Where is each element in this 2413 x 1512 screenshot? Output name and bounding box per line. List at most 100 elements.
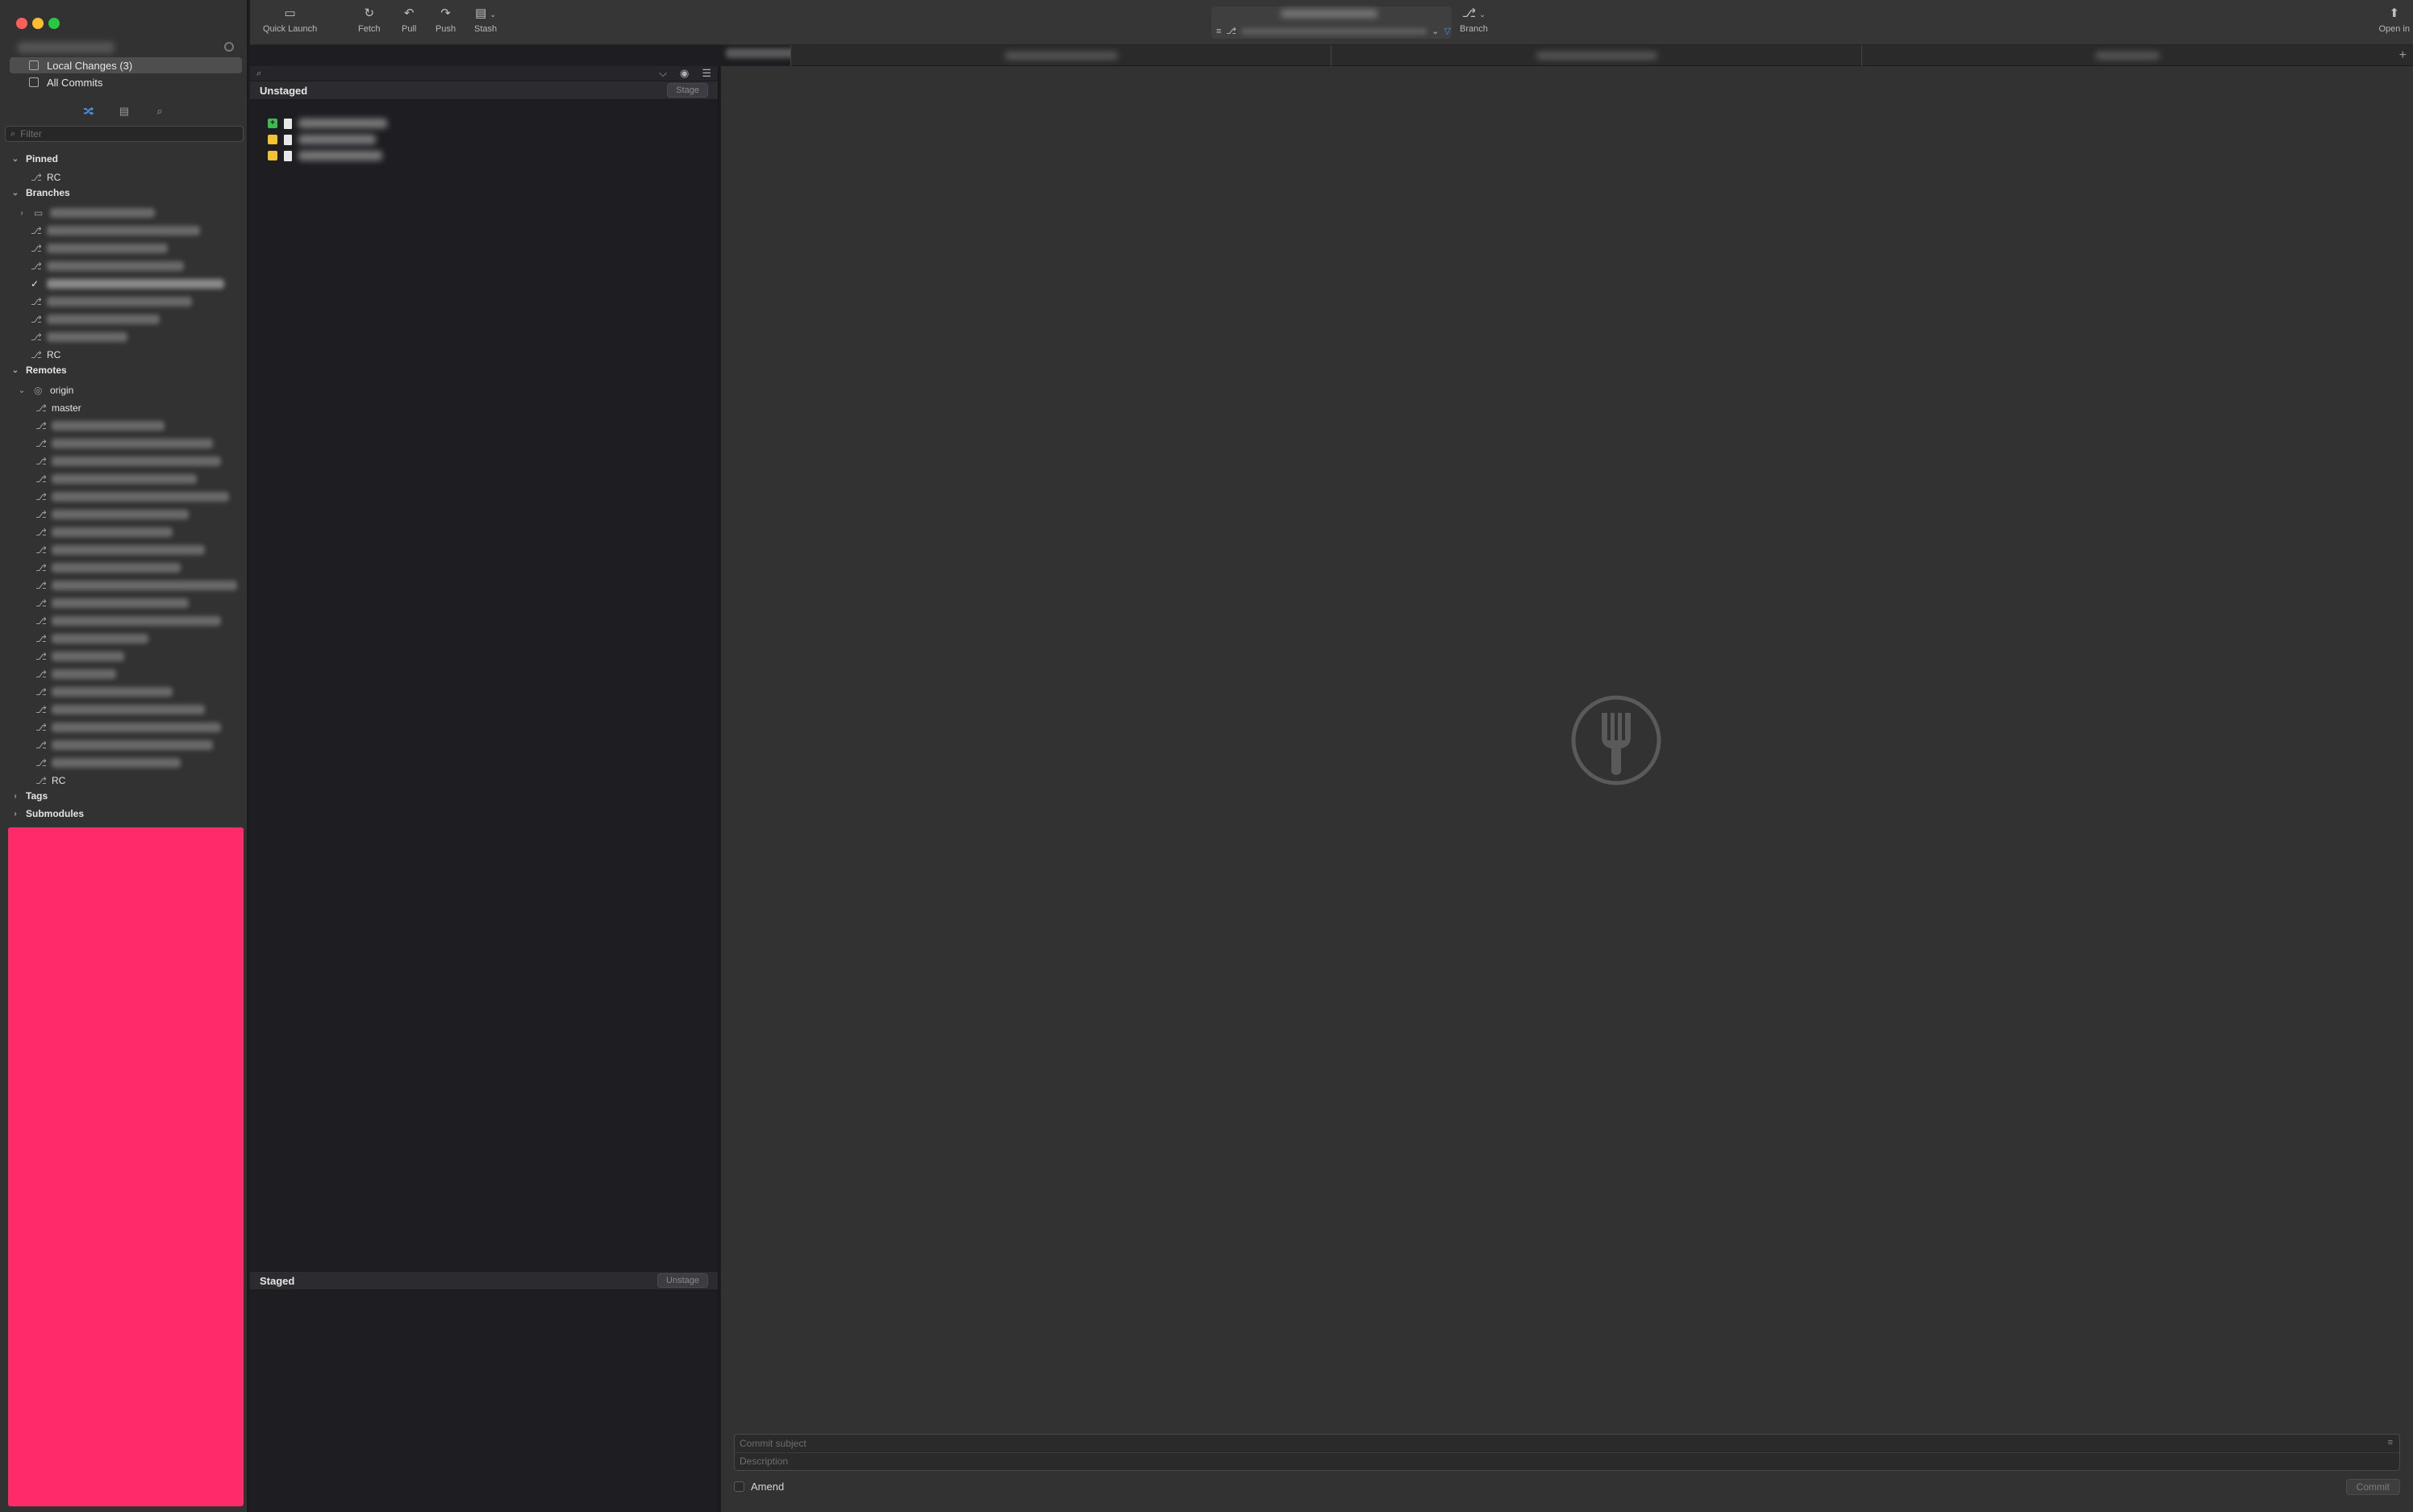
repository-settings-icon[interactable] [224,42,234,52]
branch-icon[interactable]: 🔀︎ [81,104,96,119]
remote-branch-rc[interactable]: ⎇ RC [35,773,65,789]
stash-button[interactable]: ▤ ⌄ Stash [474,6,497,42]
section-remotes[interactable]: ⌄ Remotes [11,364,67,376]
unstage-button[interactable]: Unstage [657,1273,708,1288]
pinned-branch-rc[interactable]: ⎇ RC [31,169,60,185]
branch-item[interactable]: ⎇ [31,223,200,239]
repository-name[interactable] [18,42,115,53]
staged-header: Staged Unstage [250,1271,718,1290]
remote-branch[interactable]: ⎇ [35,542,205,558]
remote-branch[interactable]: ⎇ [35,595,189,611]
commit-options-icon[interactable]: ≡ [2388,1438,2393,1447]
close-window-button[interactable] [16,18,27,29]
pull-button[interactable]: ↶ Pull [402,6,416,42]
remote-branch[interactable]: ⎇ [35,471,197,487]
search-icon: ⌕ [256,68,262,78]
branch-item[interactable]: ⎇ [31,258,184,274]
remote-branch[interactable]: ⎇ [35,666,116,682]
section-tags[interactable]: › Tags [11,790,48,802]
remote-branch-name [52,545,205,555]
add-tab-icon[interactable]: + [2399,48,2407,63]
section-tags-label: Tags [26,790,48,802]
branch-icon: ⎇ [35,598,47,609]
file-name [298,151,382,160]
file-name [298,119,387,128]
checkmark-icon: ✓ [31,278,40,289]
collapse-icon[interactable]: ⌵ [659,67,667,80]
file-filter-input[interactable] [266,69,660,78]
remote-branch[interactable]: ⎇ [35,702,205,718]
remote-branch[interactable]: ⎇ [35,524,173,540]
remote-branch[interactable]: ⎇ [35,560,181,576]
archive-icon[interactable]: ▤ [117,105,131,118]
remote-branch[interactable]: ⎇ [35,631,148,647]
remote-branch[interactable]: ⎇ [35,453,221,469]
list-icon: ≡ [1216,26,1222,36]
remote-branch[interactable]: ⎇ [35,684,173,700]
unstaged-file[interactable] [268,148,382,163]
quick-launch-button[interactable]: ▭ Quick Launch [263,6,317,42]
section-submodules[interactable]: › Submodules [11,808,84,819]
section-pinned[interactable]: ⌄ Pinned [11,153,58,165]
repository-tab[interactable] [1331,45,1861,66]
branch-item[interactable]: ⎇ [31,294,192,310]
stage-button[interactable]: Stage [667,83,708,98]
repository-tab[interactable] [790,45,1331,66]
push-button[interactable]: ↷ Push [436,6,456,42]
eye-icon[interactable]: ◉ [680,67,689,80]
open-in-button[interactable]: ⬆︎ Open in [2378,6,2410,34]
unstaged-file[interactable]: + [268,116,387,131]
unstaged-file[interactable] [268,132,376,147]
toolbar: ▭ Quick Launch ↻ Fetch ↶ Pull ↷ Push ▤ ⌄… [250,0,2413,58]
remote-branch[interactable]: ⎇ [35,577,237,594]
remote-branch[interactable]: ⎇ [35,489,229,505]
branch-button[interactable]: ⎇ ⌄ Branch [1460,6,1488,42]
branch-item-rc[interactable]: ⎇ RC [31,347,60,363]
remote-branch-master[interactable]: ⎇ master [35,400,81,416]
remote-branch[interactable]: ⎇ [35,755,181,771]
chevron-right-icon: › [20,208,23,218]
commit-description-input[interactable] [740,1454,2385,1468]
repository-branch-selector[interactable]: ≡ ⎇ ⌄ ▽ [1211,6,1452,39]
list-view-icon[interactable]: ☰ [702,67,711,80]
remote-branch[interactable]: ⎇ [35,613,221,629]
amend-option[interactable]: Amend [734,1481,784,1493]
branch-item[interactable]: ⎇ [31,240,168,256]
all-commits-icon [29,77,39,87]
section-branches[interactable]: ⌄ Branches [11,187,70,198]
search-icon[interactable]: ⌕ [152,105,167,118]
modified-status-icon [268,135,277,144]
remote-branch-name [52,705,205,714]
branch-item[interactable]: ⎇ [31,329,127,345]
remote-origin[interactable]: ⌄ ◎ origin [18,382,74,398]
repository-tab[interactable] [1861,45,2392,66]
branch-icon: ⎇ [31,225,42,236]
remote-branch-name [52,598,189,608]
commit-button[interactable]: Commit [2345,1479,2400,1495]
remote-branch[interactable]: ⎇ [35,435,213,452]
remote-branch[interactable]: ⎇ [35,506,189,523]
branch-item[interactable]: ⎇ [31,311,160,327]
filter-icon[interactable]: ▽ [1444,26,1450,36]
nav-all-commits[interactable]: All Commits [10,74,242,90]
filter-search-icon: ⌕ [10,128,16,139]
branch-item-name [47,244,168,253]
branch-icon: ⎇ [31,314,42,325]
fetch-button[interactable]: ↻ Fetch [358,6,381,42]
branch-icon: ⎇ [35,775,47,786]
zoom-window-button[interactable] [48,18,60,29]
sidebar-filter-input[interactable] [20,128,231,140]
nav-local-changes[interactable]: Local Changes (3) [10,57,242,73]
push-icon: ↷ [440,6,451,20]
minimize-window-button[interactable] [32,18,44,29]
amend-checkbox[interactable] [734,1481,744,1492]
branch-icon: ⎇ [31,243,42,254]
remote-branch[interactable]: ⎇ [35,418,165,434]
remote-branch[interactable]: ⎇ [35,737,213,753]
remote-branch[interactable]: ⎇ [35,648,124,664]
remote-branch[interactable]: ⎇ [35,719,221,735]
commit-subject-input[interactable] [740,1436,2385,1451]
branch-rc-label: RC [47,349,61,360]
branch-item-current[interactable]: ✓ [31,276,224,292]
branch-folder[interactable]: › ▭ [18,205,155,221]
